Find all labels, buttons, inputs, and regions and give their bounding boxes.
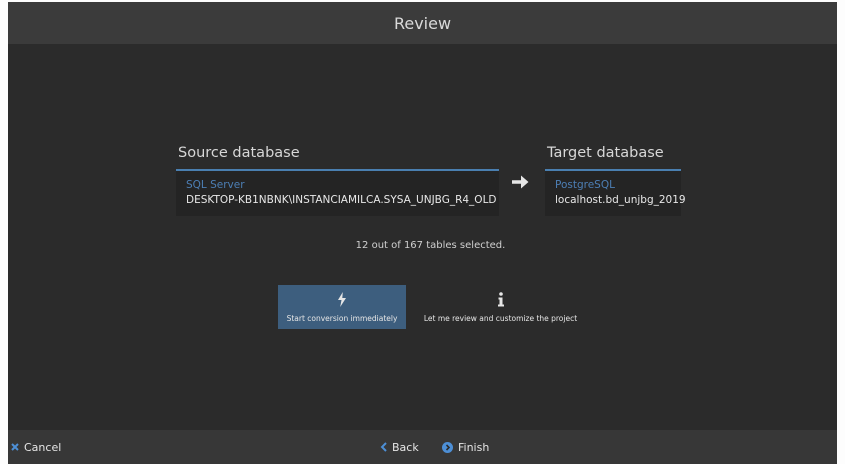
target-database-heading: Target database bbox=[547, 145, 664, 161]
info-icon bbox=[497, 292, 505, 308]
back-button[interactable]: Back bbox=[380, 430, 419, 464]
review-project-option[interactable]: Let me review and customize the project bbox=[414, 285, 587, 329]
tables-selected-text: 12 out of 167 tables selected. bbox=[355, 240, 506, 251]
close-icon bbox=[11, 443, 19, 451]
source-engine-label: SQL Server bbox=[186, 179, 245, 191]
source-database-heading: Source database bbox=[178, 145, 300, 161]
arrow-right-icon bbox=[512, 175, 529, 189]
chevron-left-icon bbox=[380, 442, 387, 452]
lightning-icon bbox=[337, 292, 347, 308]
cancel-label: Cancel bbox=[24, 440, 62, 454]
target-engine-label: PostgreSQL bbox=[555, 179, 615, 191]
review-window: Review Source database SQL Server DESKTO… bbox=[8, 2, 837, 464]
start-conversion-label: Start conversion immediately bbox=[286, 313, 398, 323]
cancel-button[interactable]: Cancel bbox=[11, 430, 61, 464]
target-accent-line bbox=[545, 169, 681, 171]
review-project-label: Let me review and customize the project bbox=[423, 313, 578, 323]
finish-button[interactable]: Finish bbox=[442, 430, 489, 464]
title-bar: Review bbox=[8, 2, 837, 44]
start-conversion-option[interactable]: Start conversion immediately bbox=[278, 285, 406, 329]
source-accent-line bbox=[176, 169, 499, 171]
window-title: Review bbox=[393, 13, 452, 33]
source-database-panel: Source database SQL Server DESKTOP-KB1NB… bbox=[176, 145, 499, 216]
target-connection-label: localhost.bd_unjbg_2019 bbox=[555, 194, 686, 206]
target-database-panel: Target database PostgreSQL localhost.bd_… bbox=[545, 145, 686, 216]
back-label: Back bbox=[392, 440, 419, 454]
finish-arrow-icon bbox=[442, 441, 453, 453]
footer-bar: Cancel Back Finish bbox=[8, 430, 837, 464]
source-connection-label: DESKTOP-KB1NBNK\INSTANCIAMILCA.SYSA_UNJB… bbox=[186, 194, 497, 206]
finish-label: Finish bbox=[458, 440, 490, 454]
